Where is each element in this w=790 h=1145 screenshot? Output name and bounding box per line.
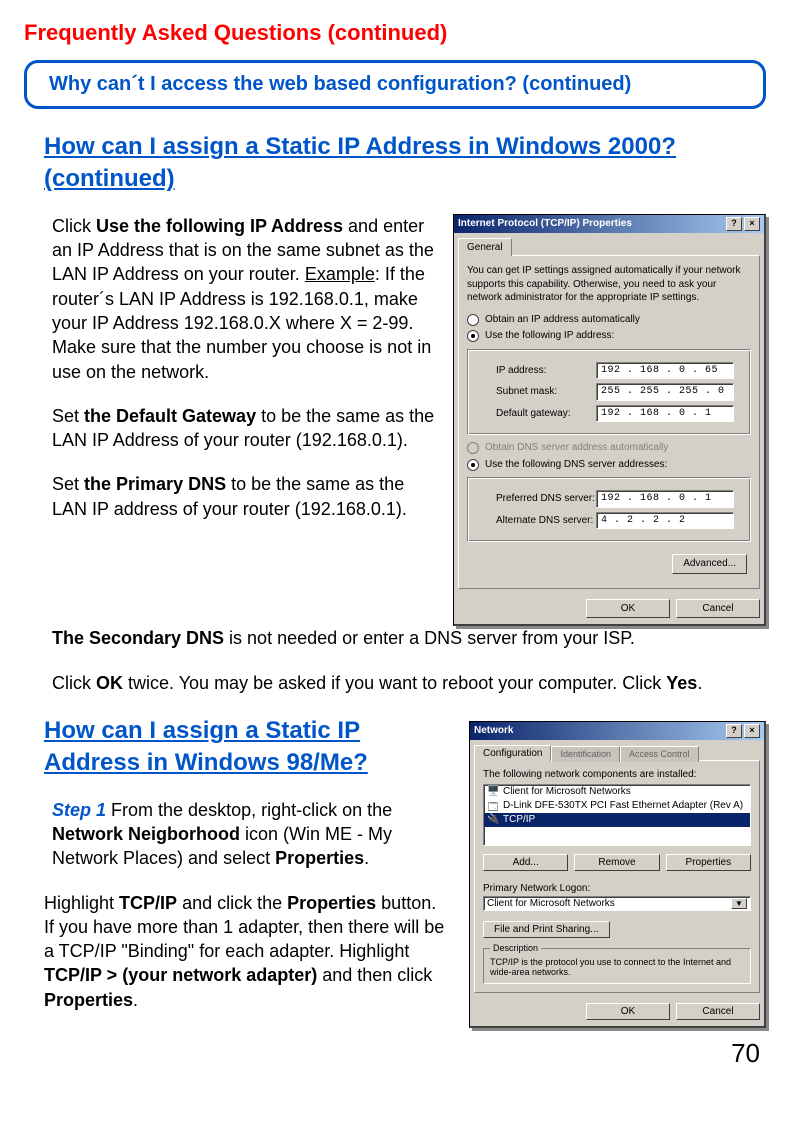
label: Subnet mask: [496,385,596,399]
adapter-icon: 🗔 [487,800,499,812]
list-item[interactable]: 🗔 D-Link DFE-530TX PCI Fast Ethernet Ada… [484,799,750,813]
paragraph: Click Use the following IP Address and e… [52,214,435,384]
titlebar: Network ? × [470,722,764,740]
label: Alternate DNS server: [496,514,596,528]
list-item[interactable]: 🖥️ Client for Microsoft Networks [484,785,750,799]
ip-address-field[interactable]: 192 . 168 . 0 . 65 [596,362,734,380]
cancel-button[interactable]: Cancel [676,1003,760,1020]
paragraph: Highlight TCP/IP and click the Propertie… [44,891,451,1012]
page-number: 70 [24,1038,760,1069]
radio-use-ip[interactable]: Use the following IP address: [467,329,751,343]
file-print-sharing-button[interactable]: File and Print Sharing... [483,921,610,938]
paragraph: The Secondary DNS is not needed or enter… [52,626,766,650]
radio-icon [467,442,479,454]
label: The following network components are ins… [483,769,751,780]
help-icon[interactable]: ? [726,217,742,231]
description-box: Description TCP/IP is the protocol you u… [483,948,751,984]
dialog-intro-text: You can get IP settings assigned automat… [467,264,751,305]
section-heading-win2000: How can I assign a Static IP Address in … [44,131,766,196]
paragraph: Set the Primary DNS to be the same as th… [52,472,435,521]
radio-icon [467,330,479,342]
page-title: Frequently Asked Questions (continued) [24,20,766,46]
section-heading-win98: How can I assign a Static IP Address in … [44,715,451,780]
tab-access-control[interactable]: Access Control [620,746,699,762]
close-icon[interactable]: × [744,217,760,231]
label: IP address: [496,364,596,378]
tab-identification[interactable]: Identification [551,746,620,762]
add-button[interactable]: Add... [483,854,568,871]
preferred-dns-field[interactable]: 192 . 168 . 0 . 1 [596,490,734,508]
radio-obtain-dns: Obtain DNS server address automatically [467,441,751,455]
protocol-icon: 🔌 [487,814,499,826]
radio-icon [467,459,479,471]
tcpip-properties-dialog: Internet Protocol (TCP/IP) Properties ? … [453,214,766,627]
list-item[interactable]: 🔌 TCP/IP [484,813,750,827]
ok-button[interactable]: OK [586,1003,670,1020]
primary-logon-dropdown[interactable]: Client for Microsoft Networks ▼ [483,896,751,911]
alternate-dns-field[interactable]: 4 . 2 . 2 . 2 [596,512,734,530]
advanced-button[interactable]: Advanced... [672,554,747,574]
label: Primary Network Logon: [483,883,751,894]
titlebar: Internet Protocol (TCP/IP) Properties ? … [454,215,764,233]
properties-button[interactable]: Properties [666,854,751,871]
components-listbox[interactable]: 🖥️ Client for Microsoft Networks 🗔 D-Lin… [483,784,751,846]
paragraph: Click OK twice. You may be asked if you … [52,671,766,695]
radio-obtain-ip[interactable]: Obtain an IP address automatically [467,313,751,327]
ok-button[interactable]: OK [586,599,670,619]
network-dialog: Network ? × Configuration Identification… [469,721,766,1028]
tab-general[interactable]: General [458,238,512,257]
radio-icon [467,314,479,326]
close-icon[interactable]: × [744,724,760,738]
default-gateway-field[interactable]: 192 . 168 . 0 . 1 [596,405,734,423]
callout-text: Why can´t I access the web based configu… [49,73,631,95]
paragraph: Set the Default Gateway to be the same a… [52,404,435,453]
chevron-down-icon: ▼ [731,898,747,909]
label: Preferred DNS server: [496,492,596,506]
help-icon[interactable]: ? [726,724,742,738]
dialog-title: Internet Protocol (TCP/IP) Properties [458,217,632,231]
remove-button[interactable]: Remove [574,854,659,871]
tab-configuration[interactable]: Configuration [474,745,551,761]
callout-box: Why can´t I access the web based configu… [24,60,766,109]
radio-use-dns[interactable]: Use the following DNS server addresses: [467,458,751,472]
client-icon: 🖥️ [487,786,499,798]
subnet-mask-field[interactable]: 255 . 255 . 255 . 0 [596,383,734,401]
cancel-button[interactable]: Cancel [676,599,760,619]
paragraph: Step 1 From the desktop, right-click on … [52,798,451,871]
dialog-title: Network [474,725,513,736]
label: Default gateway: [496,407,596,421]
